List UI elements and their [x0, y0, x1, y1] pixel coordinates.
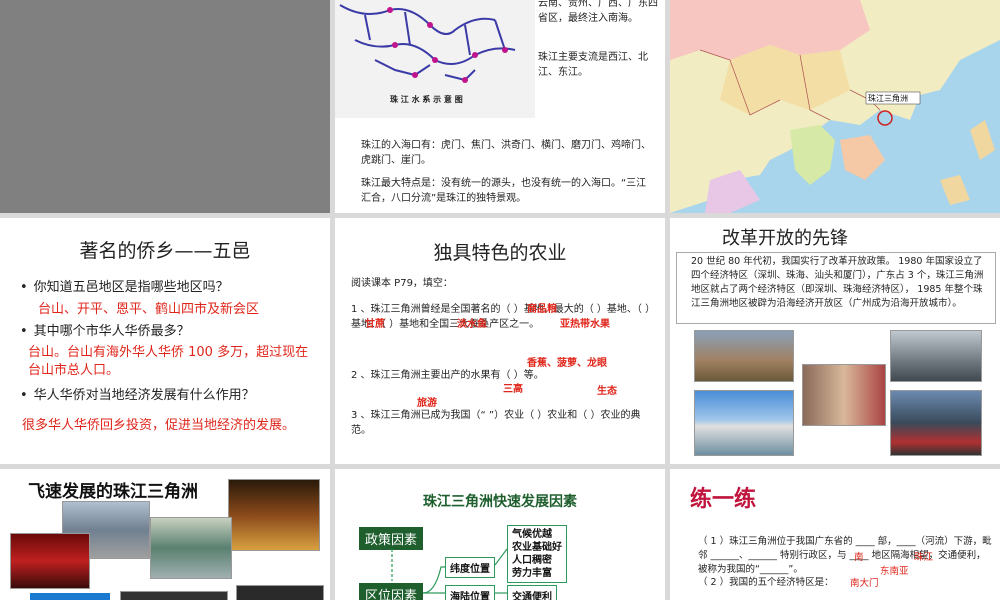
- slide5-title: 独具特色的农业: [433, 242, 567, 264]
- photo-blue: [30, 593, 110, 600]
- photo-skyline: [890, 330, 982, 382]
- slide-reform[interactable]: 改革开放的先锋 20 世纪 80 年代初，我国实行了改革开放政策。 1980 年…: [670, 218, 1000, 464]
- slide4-title: 著名的侨乡——五邑: [79, 240, 251, 262]
- q1: 你知道五邑地区是指哪些地区吗？: [20, 276, 229, 295]
- a3: 很多华人华侨回乡投资，促进当地经济的发展。: [22, 418, 296, 433]
- q3: 3 、珠江三角洲已成为我国（“ ”）农业（ ）农业和（ ）农业的典范。: [351, 410, 641, 436]
- river-diagram: 珠 江 水 系 示 意 图: [335, 0, 535, 118]
- ans-sugarcane: 甘蔗: [365, 319, 385, 330]
- slide-practice[interactable]: 练一练 （ 1 ）珠江三角洲位于我国广东省的 ____ 部，____（河流）下游…: [670, 469, 1000, 600]
- sea-land-detail: 交通便利: [507, 585, 557, 600]
- para-features: 珠江最大特点是：没有统一的源头，也没有统一的入海口。“三江汇合，八口分流”是珠江…: [361, 178, 647, 204]
- photo-street: [890, 390, 982, 456]
- diagram-caption: 珠 江 水 系 示 意 图: [390, 95, 463, 104]
- q3: 华人华侨对当地经济发展有什么作用？: [20, 384, 255, 403]
- slide-blank[interactable]: [0, 0, 330, 213]
- photo-theater: [10, 533, 90, 589]
- para-estuaries: 珠江的入海口有：虎门、焦门、洪奇门、横门、磨刀门、鸡啼门、虎跳门、崖门。: [361, 140, 651, 166]
- ans-southeast: 东南亚: [880, 566, 909, 577]
- slide-factors[interactable]: 珠江三角洲快速发展因素 政策因素 区位因素 纬度位置 气候优越 农业基础好 人口…: [335, 469, 665, 600]
- slide-map[interactable]: 珠江三角洲: [670, 0, 1000, 213]
- slide-pearl-river-system[interactable]: 珠 江 水 系 示 意 图 云南、贵州、广西、广东四省区，最终注入南海。 珠江主…: [335, 0, 665, 213]
- para-provinces: 云南、贵州、广西、广东四省区，最终注入南海。: [538, 0, 658, 24]
- photo-factory: [150, 517, 232, 579]
- slide6-title: 改革开放的先锋: [722, 228, 848, 249]
- photo-dark: [120, 591, 228, 600]
- slide-wuyi[interactable]: 著名的侨乡——五邑 你知道五邑地区是指哪些地区吗？ 台山、开平、恩平、鹤山四市及…: [0, 218, 330, 464]
- slide-development[interactable]: 飞速发展的珠江三角洲: [0, 469, 330, 600]
- photo-night-city: [228, 479, 320, 551]
- para-tributaries: 珠江主要支流是西江、北江、东江。: [538, 52, 648, 78]
- map-label-prd: 珠江三角洲: [868, 94, 908, 103]
- ans-three-high: 三高: [503, 384, 523, 395]
- photo-bottom-right: [236, 585, 324, 600]
- slide-agriculture[interactable]: 独具特色的农业 阅读课本 P79，填空： 1 、珠江三角洲曾经是全国著名的（ ）…: [335, 218, 665, 464]
- q2: 2 、珠江三角洲主要出产的水果有（ ）等。: [351, 370, 544, 381]
- latitude-box: 纬度位置: [445, 557, 495, 578]
- photo-city: [694, 390, 794, 456]
- ans-south-gate: 南大门: [850, 578, 879, 589]
- sea-land-box: 海陆位置: [445, 585, 495, 600]
- reform-text: 20 世纪 80 年代初，我国实行了改革开放政策。 1980 年国家设立了四个经…: [691, 256, 984, 309]
- ans-zhujiang: 珠江: [914, 552, 934, 563]
- ans-fish: 淡水鱼: [457, 319, 487, 330]
- slide7-title: 飞速发展的珠江三角洲: [28, 482, 198, 502]
- a1: 台山、开平、恩平、鹤山四市及新会区: [38, 302, 260, 317]
- china-map: [670, 0, 1000, 213]
- ans-south: 南: [854, 552, 864, 563]
- latitude-detail: 气候优越 农业基础好 人口稠密 劳力丰富: [507, 525, 567, 583]
- practice-q2: （ 2 ）我国的五个经济特区是：: [698, 577, 834, 588]
- reform-textbox: 20 世纪 80 年代初，我国实行了改革开放政策。 1980 年国家设立了四个经…: [676, 252, 996, 324]
- photo-leader: [802, 364, 886, 426]
- ans-fruits-list: 香蕉、菠萝、龙眼: [527, 358, 607, 369]
- ans-grain: 商品粮: [527, 304, 557, 315]
- ans-fruit: 亚热带水果: [560, 319, 610, 330]
- factor-connectors: [391, 548, 508, 594]
- photo-construction: [694, 330, 794, 382]
- slide9-title: 练一练: [690, 487, 757, 512]
- intro: 阅读课本 P79，填空：: [351, 278, 453, 289]
- practice-q1: （ 1 ）珠江三角洲位于我国广东省的 ____ 部，____（河流）下游，毗邻 …: [698, 536, 992, 575]
- ans-eco: 生态: [597, 386, 617, 397]
- a2: 台山。台山有海外华人华侨 100 多万，超过现在台山市总人口。: [28, 345, 309, 378]
- ans-tourism: 旅游: [417, 398, 437, 409]
- q2: 其中哪个市华人华侨最多？: [20, 320, 190, 339]
